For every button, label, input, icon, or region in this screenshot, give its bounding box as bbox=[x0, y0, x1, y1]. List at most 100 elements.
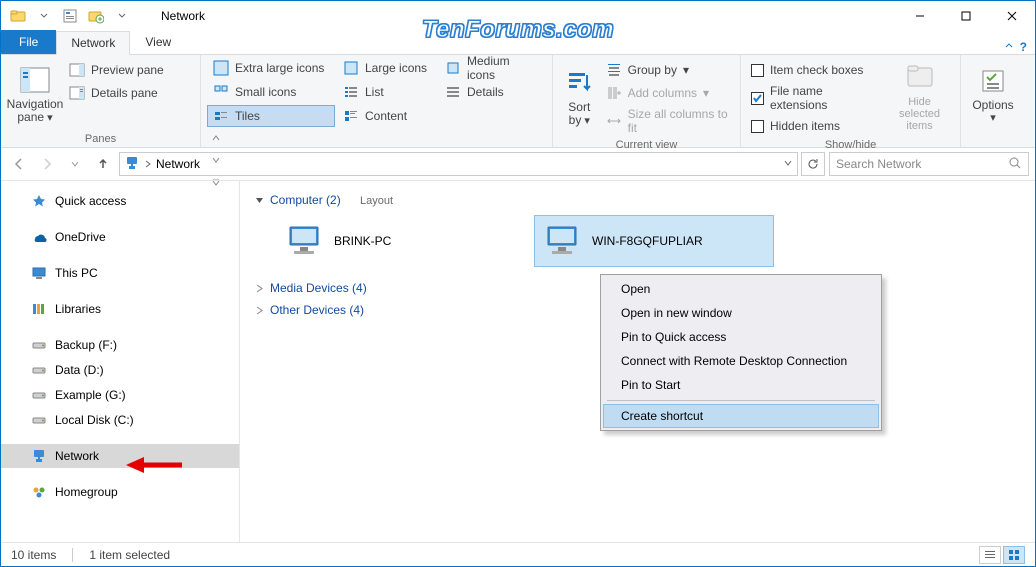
tab-view[interactable]: View bbox=[130, 30, 186, 54]
sidebar-item-local-disk[interactable]: Local Disk (C:) bbox=[1, 408, 239, 432]
preview-pane-icon bbox=[69, 62, 85, 78]
expand-down-icon bbox=[254, 195, 264, 205]
checkbox-icon bbox=[751, 120, 764, 133]
list-icon bbox=[343, 84, 359, 100]
tile-label: BRINK-PC bbox=[334, 234, 391, 248]
nav-forward-button[interactable] bbox=[35, 152, 59, 176]
sidebar-item-network[interactable]: Network bbox=[1, 444, 239, 468]
tab-network[interactable]: Network bbox=[56, 31, 130, 55]
new-folder-icon[interactable] bbox=[85, 5, 107, 27]
help-icon[interactable]: ? bbox=[1020, 40, 1027, 54]
minimize-button[interactable] bbox=[897, 1, 943, 31]
breadcrumb-label: Network bbox=[156, 157, 200, 171]
add-columns-icon bbox=[606, 85, 622, 101]
search-input[interactable]: Search Network bbox=[829, 152, 1029, 176]
window-title: Network bbox=[133, 9, 897, 23]
category-label: Media Devices (4) bbox=[270, 281, 367, 295]
category-computer[interactable]: Computer (2) bbox=[254, 189, 1021, 211]
sort-by-label: Sort by bbox=[568, 100, 590, 127]
layout-list[interactable]: List bbox=[337, 81, 437, 103]
ctx-pin-start[interactable]: Pin to Start bbox=[603, 373, 879, 397]
check-label: Item check boxes bbox=[770, 63, 863, 77]
tab-file[interactable]: File bbox=[1, 30, 56, 54]
ctx-pin-quick-access[interactable]: Pin to Quick access bbox=[603, 325, 879, 349]
group-label-options bbox=[967, 131, 1019, 147]
search-icon bbox=[1008, 156, 1022, 173]
maximize-button[interactable] bbox=[943, 1, 989, 31]
ribbon-group-options: Options ▾ bbox=[961, 55, 1025, 147]
computer-tile-brink-pc[interactable]: BRINK-PC bbox=[276, 215, 516, 267]
breadcrumb[interactable]: Network bbox=[119, 152, 798, 176]
ctx-open[interactable]: Open bbox=[603, 277, 879, 301]
sidebar-item-example-drive[interactable]: Example (G:) bbox=[1, 383, 239, 407]
ctx-open-new-window[interactable]: Open in new window bbox=[603, 301, 879, 325]
sidebar-item-this-pc[interactable]: This PC bbox=[1, 261, 239, 285]
layout-scroll-up-icon[interactable] bbox=[211, 127, 221, 149]
thispc-icon bbox=[31, 265, 47, 281]
network-icon bbox=[31, 448, 47, 464]
breadcrumb-chevron-icon[interactable] bbox=[144, 157, 152, 171]
hide-selected-label: Hide selected items bbox=[887, 96, 952, 132]
close-button[interactable] bbox=[989, 1, 1035, 31]
titlebar: Network bbox=[1, 1, 1035, 31]
ctx-remote-desktop[interactable]: Connect with Remote Desktop Connection bbox=[603, 349, 879, 373]
computer-icon bbox=[284, 221, 324, 261]
view-thumbnails-button[interactable] bbox=[1003, 546, 1025, 564]
nav-recent-dropdown[interactable] bbox=[63, 152, 87, 176]
preview-pane-label: Preview pane bbox=[91, 63, 164, 77]
navigation-pane-icon bbox=[19, 64, 51, 96]
ribbon: Navigation pane ▾ Preview pane Details p… bbox=[1, 55, 1035, 148]
group-by-button[interactable]: Group by ▾ bbox=[600, 59, 734, 81]
sidebar-item-data-drive[interactable]: Data (D:) bbox=[1, 358, 239, 382]
properties-icon[interactable] bbox=[59, 5, 81, 27]
sidebar-item-quick-access[interactable]: Quick access bbox=[1, 189, 239, 213]
sidebar-item-libraries[interactable]: Libraries bbox=[1, 297, 239, 321]
options-button[interactable]: Options ▾ bbox=[967, 57, 1019, 131]
refresh-button[interactable] bbox=[801, 152, 825, 176]
ribbon-group-current-view: Sort by ▾ Group by ▾ Add columns ▾ Size … bbox=[553, 55, 741, 147]
layout-large-icons[interactable]: Large icons bbox=[337, 57, 437, 79]
layout-details[interactable]: Details bbox=[439, 81, 545, 103]
layout-content[interactable]: Content bbox=[337, 105, 437, 127]
ribbon-group-layout: Extra large icons Large icons Medium ico… bbox=[201, 55, 553, 147]
navigation-pane-button[interactable]: Navigation pane ▾ bbox=[7, 57, 63, 131]
layout-label: Content bbox=[365, 109, 407, 123]
ribbon-collapse-icon[interactable] bbox=[1004, 40, 1014, 54]
address-bar: Network Search Network bbox=[1, 148, 1035, 181]
quickaccess-icon bbox=[31, 193, 47, 209]
onedrive-icon bbox=[31, 229, 47, 245]
sidebar-label: OneDrive bbox=[55, 230, 106, 244]
layout-small-icons[interactable]: Small icons bbox=[207, 81, 335, 103]
category-label: Other Devices (4) bbox=[270, 303, 364, 317]
sidebar-item-onedrive[interactable]: OneDrive bbox=[1, 225, 239, 249]
content-icon bbox=[343, 108, 359, 124]
computer-tile-win-f8gqfupliar[interactable]: WIN-F8GQFUPLIAR bbox=[534, 215, 774, 267]
size-columns-icon bbox=[606, 113, 622, 129]
nav-up-button[interactable] bbox=[91, 152, 115, 176]
hidden-items-checkbox[interactable]: Hidden items bbox=[747, 115, 885, 137]
chevron-down-icon[interactable] bbox=[33, 5, 55, 27]
view-details-button[interactable] bbox=[979, 546, 1001, 564]
breadcrumb-segment[interactable]: Network bbox=[156, 157, 200, 171]
drive-icon bbox=[31, 387, 47, 403]
layout-tiles[interactable]: Tiles bbox=[207, 105, 335, 127]
drive-icon bbox=[31, 412, 47, 428]
navigation-pane-label: Navigation pane bbox=[7, 97, 64, 124]
details-pane-button[interactable]: Details pane bbox=[63, 82, 170, 104]
sidebar-label: Local Disk (C:) bbox=[55, 413, 134, 427]
qat-dropdown-icon[interactable] bbox=[111, 5, 133, 27]
status-separator bbox=[72, 548, 73, 562]
ctx-create-shortcut[interactable]: Create shortcut bbox=[603, 404, 879, 428]
layout-extra-large-icons[interactable]: Extra large icons bbox=[207, 57, 335, 79]
preview-pane-button[interactable]: Preview pane bbox=[63, 59, 170, 81]
item-checkboxes-checkbox[interactable]: Item check boxes bbox=[747, 59, 885, 81]
tile-label: WIN-F8GQFUPLIAR bbox=[592, 234, 703, 248]
nav-back-button[interactable] bbox=[7, 152, 31, 176]
layout-medium-icons[interactable]: Medium icons bbox=[439, 57, 545, 79]
sort-by-button[interactable]: Sort by ▾ bbox=[559, 57, 600, 137]
breadcrumb-dropdown-icon[interactable] bbox=[783, 157, 793, 171]
sidebar-item-backup-drive[interactable]: Backup (F:) bbox=[1, 333, 239, 357]
sidebar-label: Data (D:) bbox=[55, 363, 104, 377]
file-extensions-checkbox[interactable]: File name extensions bbox=[747, 82, 885, 114]
sidebar-item-homegroup[interactable]: Homegroup bbox=[1, 480, 239, 504]
